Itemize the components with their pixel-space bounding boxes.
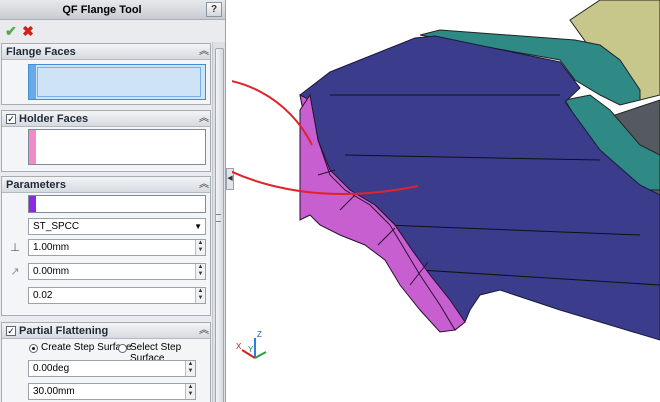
thickness-t1-icon: ⊥ [10,242,20,254]
flange-faces-selection-box[interactable] [28,64,206,100]
partial-flattening-checkbox[interactable]: ✓ [6,326,16,336]
axis-triad: Z X Y [236,330,267,359]
offset-value: 0.00mm [33,266,70,277]
scrollbar-grip-icon [216,214,221,222]
y-axis-label: Y [248,345,254,354]
step-distance-value: 30.00mm [33,386,75,397]
k-factor-value: 0.02 [33,290,53,301]
ok-checkmark-icon[interactable]: ✔ [3,23,19,39]
thickness-input[interactable]: 1.00mm ▲ ▼ [28,239,206,256]
action-bar: ✔ ✖ [0,20,225,42]
material-select[interactable]: ST_SPCC ▼ [28,218,206,235]
dropdown-arrow-icon[interactable]: ▼ [194,219,202,234]
material-value: ST_SPCC [33,221,80,232]
k-factor-input[interactable]: 0.02 ▲ ▼ [28,287,206,304]
x-axis-label: X [236,342,242,351]
flange-faces-color-swatch [29,65,36,99]
step-angle-input[interactable]: 0.00deg ▲ ▼ [28,360,196,377]
step-distance-spinner[interactable]: ▲ ▼ [185,384,195,399]
panel-scrollbar[interactable] [212,42,225,402]
step-angle-value: 0.00deg [33,363,70,374]
step-angle-spinner[interactable]: ▲ ▼ [185,361,195,376]
parameters-title: Parameters [6,179,66,191]
help-button[interactable]: ? [206,2,222,17]
holder-faces-group: ✓ Holder Faces ︽ [1,110,211,172]
thickness-value: 1.00mm [33,242,70,253]
offset-arrow-icon: ↗ [10,266,20,278]
y-axis-line [254,351,267,359]
graphics-viewport[interactable]: Z X Y [232,0,660,402]
flange-faces-header[interactable]: Flange Faces ︽ [2,44,210,60]
partial-flattening-title: Partial Flattening [19,325,109,337]
selection-focus-outline [37,67,201,97]
holder-faces-checkbox[interactable]: ✓ [6,114,16,124]
panel-title: QF Flange Tool [62,4,142,16]
holder-faces-color-swatch [29,130,36,164]
holder-faces-title: Holder Faces [19,113,89,125]
parameters-color-box[interactable] [28,195,206,213]
property-manager-panel: QF Flange Tool ? ✔ ✖ Flange Faces ︽ ✓ Ho… [0,0,226,402]
collapse-chevron-icon[interactable]: ︽ [199,44,209,60]
thickness-spinner[interactable]: ▲ ▼ [195,240,205,255]
holder-faces-selection-box[interactable] [28,129,206,165]
offset-spinner[interactable]: ▲ ▼ [195,264,205,279]
partial-flattening-group: ✓ Partial Flattening ︽ Create Step Surfa… [1,322,211,402]
parameters-group: Parameters ︽ ST_SPCC ▼ ⊥ 1.00mm ▲ ▼ ↗ 0.0… [1,176,211,316]
offset-input[interactable]: 0.00mm ▲ ▼ [28,263,206,280]
holder-faces-header[interactable]: ✓ Holder Faces ︽ [2,111,210,127]
flange-faces-group: Flange Faces ︽ [1,43,211,105]
select-step-surface-radio[interactable] [118,344,127,353]
create-step-surface-radio[interactable] [29,344,38,353]
k-factor-spinner[interactable]: ▲ ▼ [195,288,205,303]
collapse-chevron-icon[interactable]: ︽ [199,111,209,127]
z-axis-label: Z [257,330,262,339]
partial-flattening-header[interactable]: ✓ Partial Flattening ︽ [2,323,210,339]
scrollbar-thumb[interactable] [215,48,224,402]
cancel-x-icon[interactable]: ✖ [20,23,36,39]
collapse-chevron-icon[interactable]: ︽ [199,323,209,339]
collapse-chevron-icon[interactable]: ︽ [199,177,209,193]
parameters-header[interactable]: Parameters ︽ [2,177,210,193]
panel-title-bar: QF Flange Tool ? [0,0,225,20]
parameters-color-swatch [29,196,36,212]
step-distance-input[interactable]: 30.00mm ▲ ▼ [28,383,196,400]
flange-faces-title: Flange Faces [6,46,76,58]
